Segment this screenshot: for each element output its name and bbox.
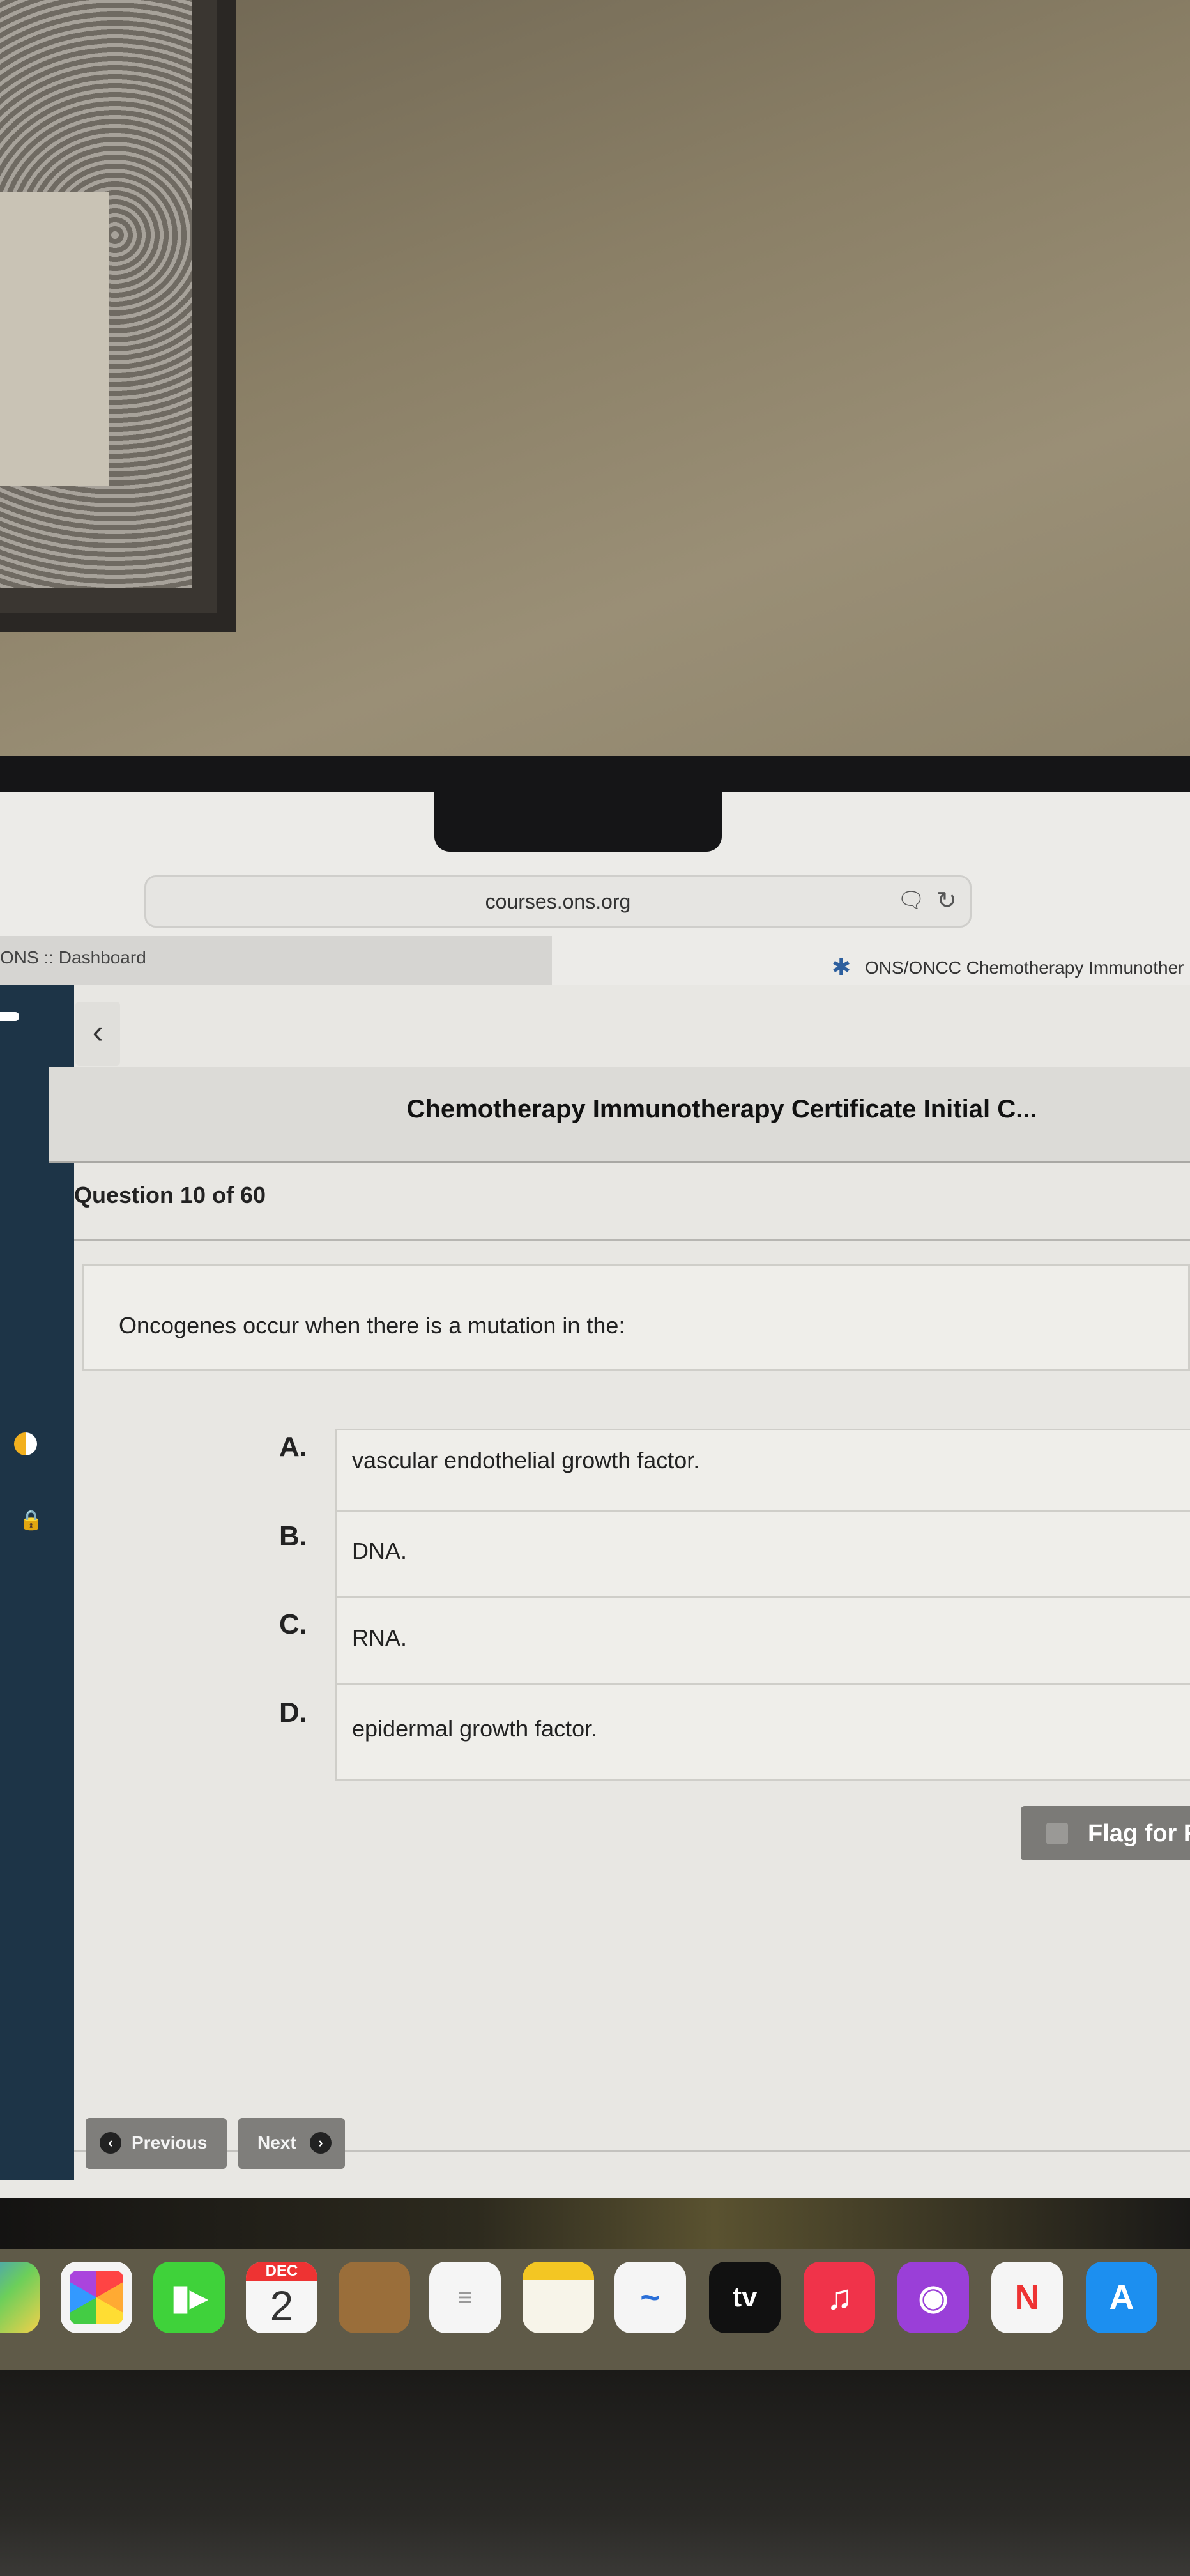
question-text: Oncogenes occur when there is a mutation… (119, 1312, 625, 1338)
facetime-icon[interactable]: ▮▸ (153, 2262, 225, 2333)
option-c[interactable]: RNA. (335, 1596, 1190, 1694)
apple-tv-icon[interactable]: tv (709, 2262, 781, 2333)
address-bar[interactable]: courses.ons.org 🗨 ↻ (144, 875, 972, 928)
tab-label: ONS :: Dashboard (0, 947, 146, 967)
camera-notch (434, 756, 722, 852)
flag-label: Flag for R (1088, 1820, 1190, 1847)
course-title: Chemotherapy Immunotherapy Certificate I… (406, 1095, 1037, 1123)
progress-icon[interactable] (14, 1432, 37, 1455)
news-icon[interactable]: N (991, 2262, 1063, 2333)
tab-label: ONS/ONCC Chemotherapy Immunother (865, 958, 1184, 977)
tab-course[interactable]: ✱ ONS/ONCC Chemotherapy Immunother (552, 936, 1190, 987)
notes-icon[interactable] (523, 2262, 594, 2333)
option-b-letter: B. (279, 1521, 307, 1552)
option-text: epidermal growth factor. (352, 1715, 598, 1742)
calendar-day: 2 (270, 2282, 294, 2329)
option-text: vascular endothelial growth factor. (352, 1447, 700, 1473)
url-text: courses.ons.org (485, 890, 631, 913)
option-d-letter: D. (279, 1697, 307, 1728)
flag-checkbox[interactable] (1046, 1823, 1068, 1844)
reload-icon[interactable]: ↻ (936, 886, 957, 915)
question-counter: Question 10 of 60 (74, 1182, 266, 1208)
tab-dashboard[interactable]: ONS :: Dashboard (0, 936, 552, 987)
option-text: DNA. (352, 1538, 408, 1564)
chevron-right-icon: › (310, 2132, 332, 2154)
translate-icon[interactable]: 🗨 (897, 887, 925, 913)
option-text: RNA. (352, 1625, 408, 1651)
desktop-wallpaper (0, 2198, 1190, 2255)
option-b[interactable]: DNA. (335, 1510, 1190, 1606)
app-store-icon[interactable]: A (1086, 2262, 1157, 2333)
option-c-letter: C. (279, 1609, 307, 1640)
contacts-icon[interactable] (339, 2262, 410, 2333)
previous-button[interactable]: ‹ Previous (86, 2118, 227, 2169)
previous-label: Previous (132, 2133, 208, 2152)
maps-icon[interactable] (0, 2262, 40, 2333)
next-label: Next (257, 2133, 296, 2152)
ons-logo-icon: ✱ (832, 954, 851, 980)
apple-tv-label: tv (732, 2281, 758, 2313)
question-box: Oncogenes occur when there is a mutation… (82, 1264, 1190, 1371)
desk-surface (0, 2370, 1190, 2576)
photos-icon[interactable] (61, 2262, 132, 2333)
course-title-bar: Chemotherapy Immunotherapy Certificate I… (49, 1067, 1190, 1163)
calendar-icon[interactable]: DEC 2 (246, 2262, 317, 2333)
option-a[interactable]: vascular endothelial growth factor. (335, 1429, 1190, 1514)
podcasts-icon[interactable]: ◉ (897, 2262, 969, 2333)
option-d[interactable]: epidermal growth factor. (335, 1683, 1190, 1781)
flag-for-review-button[interactable]: Flag for R (1021, 1806, 1190, 1860)
sidebar (0, 985, 74, 2180)
sidebar-toggle[interactable] (0, 1012, 19, 1021)
calendar-month: DEC (246, 2262, 317, 2281)
reminders-icon[interactable]: ≡ (429, 2262, 501, 2333)
lock-icon[interactable]: 🔒 (19, 1509, 43, 1531)
mirror-frame (0, 0, 236, 632)
music-icon[interactable]: ♫ (804, 2262, 875, 2333)
divider (74, 1239, 1190, 1241)
mirror-glass (0, 192, 109, 486)
freeform-icon[interactable]: ~ (614, 2262, 686, 2333)
option-a-letter: A. (279, 1431, 307, 1462)
back-button[interactable]: ‹ (75, 1002, 120, 1066)
chevron-left-icon: ‹ (100, 2132, 121, 2154)
next-button[interactable]: Next › (238, 2118, 345, 2169)
